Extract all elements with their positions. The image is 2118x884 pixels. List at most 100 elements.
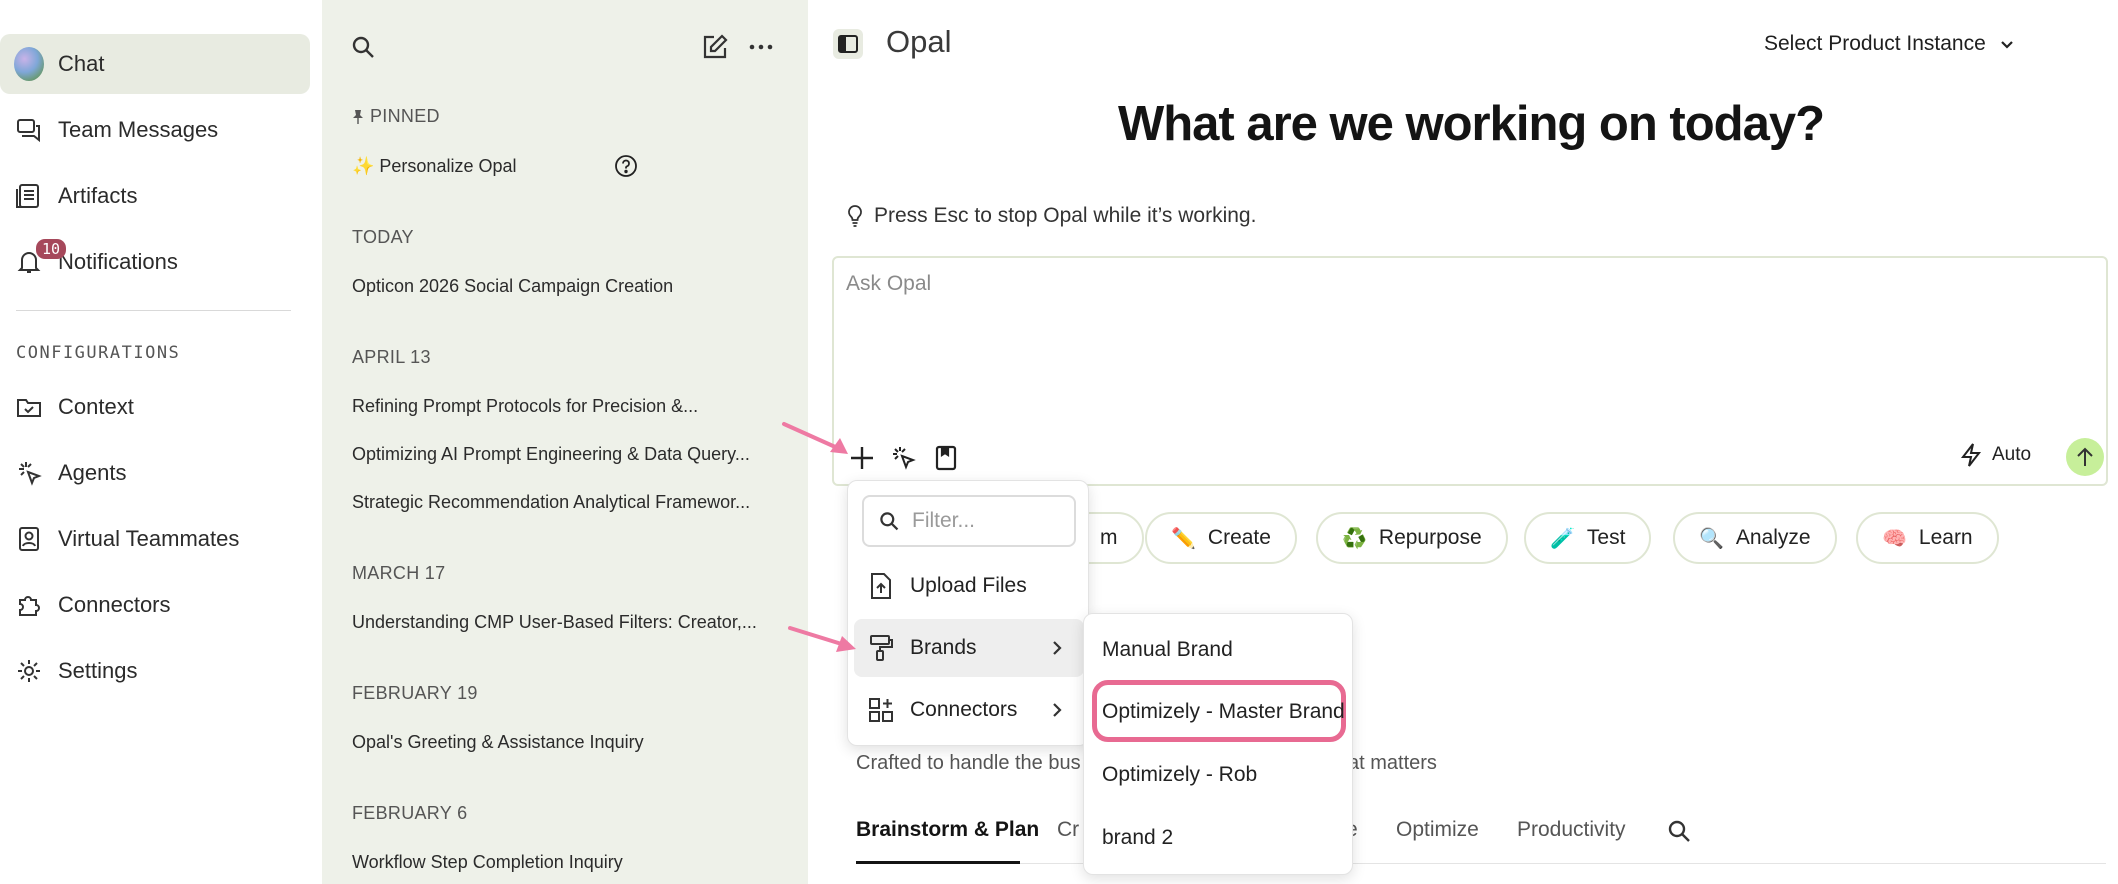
nav-item-label: Notifications	[58, 249, 178, 274]
chip-label: Learn	[1918, 526, 1973, 549]
folder-check-icon	[14, 392, 44, 422]
brands-submenu: Manual Brand Optimizely - Master Brand O…	[1083, 613, 1353, 875]
pinned-label-text: PINNED	[370, 106, 440, 126]
nav-item-chat[interactable]: Chat	[0, 34, 310, 94]
chevron-right-icon	[1050, 701, 1064, 719]
chip-repurpose[interactable]: ♻️ Repurpose	[1316, 512, 1508, 564]
chevron-right-icon	[1050, 639, 1064, 657]
help-icon[interactable]	[614, 154, 638, 178]
annotation-arrow	[788, 626, 856, 652]
sidebar-toggle-icon[interactable]	[832, 28, 864, 60]
nav-item-virtual-teammates[interactable]: Virtual Teammates	[0, 509, 310, 569]
sparkle-cursor-icon	[14, 458, 44, 488]
gear-icon	[14, 656, 44, 686]
sparkle-cursor-icon	[891, 445, 917, 471]
nav-item-team-messages[interactable]: Team Messages	[0, 100, 310, 160]
avatar	[14, 47, 44, 81]
document-icon	[14, 181, 44, 211]
nav-divider	[16, 310, 291, 311]
history-item[interactable]: Opal's Greeting & Assistance Inquiry	[352, 732, 644, 753]
section-heading-today: TODAY	[352, 227, 414, 247]
bookmark-book-icon	[934, 445, 958, 471]
tab-productivity[interactable]: Productivity	[1517, 818, 1626, 842]
nav-item-label: Team Messages	[58, 117, 219, 142]
tab-create[interactable]: Cr	[1057, 818, 1079, 842]
pin-icon	[352, 109, 364, 125]
auto-mode-label: Auto	[1992, 444, 2032, 465]
brand-option-manual[interactable]: Manual Brand	[1102, 638, 1233, 662]
search-icon[interactable]	[348, 32, 378, 62]
new-chat-icon[interactable]	[700, 32, 730, 62]
history-item[interactable]: Workflow Step Completion Inquiry	[352, 852, 623, 873]
chip-label: m	[1100, 526, 1118, 549]
lightning-icon	[1960, 442, 1982, 468]
brain-icon: 🧠	[1882, 527, 1907, 550]
ask-input[interactable]	[846, 272, 2086, 422]
history-item[interactable]: Understanding CMP User-Based Filters: Cr…	[352, 612, 757, 633]
section-description: Crafted to handle the bus	[856, 752, 1081, 774]
nav-item-context[interactable]: Context	[0, 377, 310, 437]
history-item[interactable]: Strategic Recommendation Analytical Fram…	[352, 492, 750, 513]
send-button[interactable]	[2066, 438, 2104, 476]
pinned-chat-label: ✨ Personalize Opal	[352, 156, 517, 176]
nav-item-settings[interactable]: Settings	[0, 641, 310, 701]
section-heading-february-6: FEBRUARY 6	[352, 803, 468, 823]
tab-brainstorm-plan[interactable]: Brainstorm & Plan	[856, 818, 1039, 842]
auto-mode-button[interactable]: Auto	[1960, 442, 2031, 468]
nav-item-label: Connectors	[58, 592, 171, 617]
menu-item-connectors[interactable]: Connectors	[854, 681, 1084, 739]
active-tab-indicator	[856, 861, 1020, 864]
test-tube-icon: 🧪	[1550, 527, 1575, 550]
filter-input[interactable]	[912, 509, 1062, 533]
configurations-heading: CONFIGURATIONS	[16, 343, 181, 363]
chevron-down-icon	[1998, 35, 2016, 53]
menu-item-brands[interactable]: Brands	[854, 619, 1084, 677]
menu-item-label: Brands	[910, 636, 977, 659]
prompt-library-button[interactable]	[930, 442, 962, 474]
chip-label: Analyze	[1735, 526, 1811, 549]
nav-item-label: Chat	[58, 51, 105, 76]
nav-item-label: Virtual Teammates	[58, 526, 240, 551]
nav-item-label: Agents	[58, 460, 127, 485]
product-instance-select[interactable]: Select Product Instance	[1764, 32, 2016, 56]
primary-nav: Chat Team Messages Artifacts 10 Notifica…	[0, 0, 322, 884]
pinned-chat-item[interactable]: ✨ Personalize Opal	[352, 156, 517, 177]
main-content: Opal Select Product Instance What are we…	[808, 0, 2118, 884]
section-description-tail: at matters	[1348, 752, 1437, 774]
brand-option-brand-2[interactable]: brand 2	[1102, 826, 1173, 850]
nav-item-artifacts[interactable]: Artifacts	[0, 166, 310, 226]
chip-analyze[interactable]: 🔍 Analyze	[1673, 512, 1837, 564]
section-heading-march-17: MARCH 17	[352, 563, 446, 583]
nav-item-label: Settings	[58, 658, 138, 683]
filter-field	[862, 495, 1076, 547]
history-item[interactable]: Optimizing AI Prompt Engineering & Data …	[352, 444, 750, 465]
chip-test[interactable]: 🧪 Test	[1524, 512, 1652, 564]
search-icon	[878, 510, 900, 532]
product-instance-label: Select Product Instance	[1764, 32, 1986, 55]
bell-icon: 10	[14, 239, 67, 277]
pencil-icon: ✏️	[1171, 527, 1196, 550]
brand-option-optimizely-master[interactable]: Optimizely - Master Brand	[1102, 700, 1345, 724]
chip-create[interactable]: ✏️ Create	[1145, 512, 1297, 564]
recycle-icon: ♻️	[1342, 527, 1367, 550]
nav-item-notifications[interactable]: 10 Notifications	[0, 232, 310, 292]
chip-label: Create	[1207, 526, 1271, 549]
tip-row: Press Esc to stop Opal while it’s workin…	[846, 204, 1256, 228]
chat-bubbles-icon	[14, 115, 44, 145]
section-heading-april-13: APRIL 13	[352, 347, 431, 367]
nav-item-label: Artifacts	[58, 183, 138, 208]
more-options-icon[interactable]	[746, 32, 776, 62]
menu-item-upload-files[interactable]: Upload Files	[854, 557, 1084, 615]
arrow-up-icon	[2074, 446, 2096, 468]
history-item[interactable]: Opticon 2026 Social Campaign Creation	[352, 276, 673, 297]
search-icon[interactable]	[1666, 818, 1694, 846]
nav-item-connectors[interactable]: Connectors	[0, 575, 310, 635]
brand-option-optimizely-rob[interactable]: Optimizely - Rob	[1102, 763, 1257, 787]
nav-item-agents[interactable]: Agents	[0, 443, 310, 503]
tab-optimize[interactable]: Optimize	[1396, 818, 1479, 842]
tip-text: Press Esc to stop Opal while it’s workin…	[874, 204, 1257, 227]
history-item[interactable]: Refining Prompt Protocols for Precision …	[352, 396, 698, 417]
agent-tools-button[interactable]	[888, 442, 920, 474]
chip-learn[interactable]: 🧠 Learn	[1856, 512, 1999, 564]
app-title: Opal	[886, 24, 952, 59]
